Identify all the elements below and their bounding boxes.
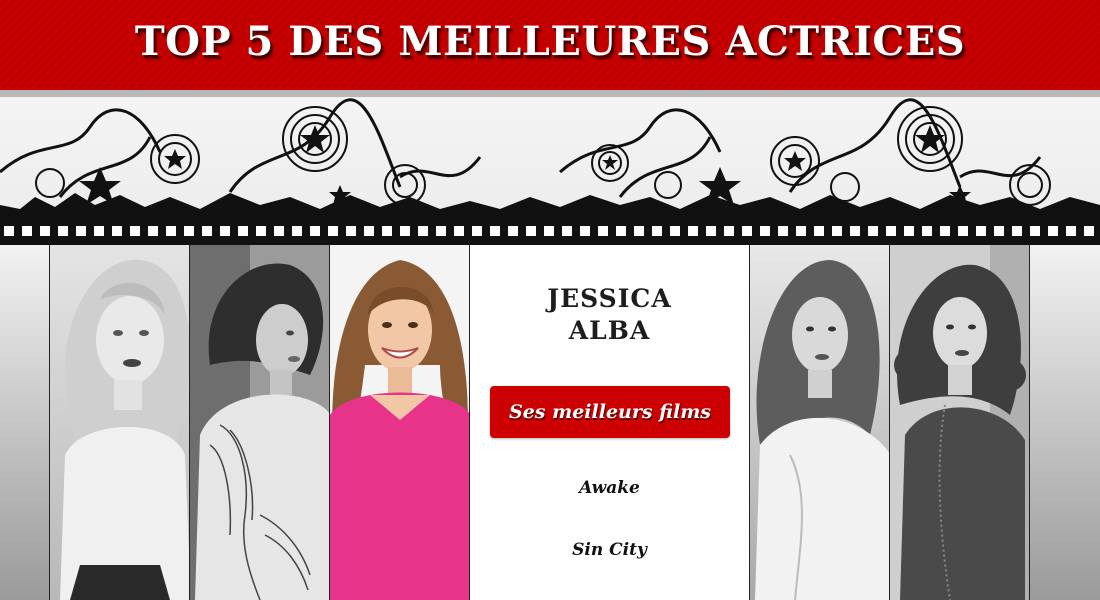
side-spacer-left bbox=[0, 245, 50, 600]
actress-last-name: ALBA bbox=[568, 316, 651, 345]
actress-card-5[interactable] bbox=[889, 245, 1030, 600]
actress-info-panel: JESSICA ALBA Ses meilleurs films Awake S… bbox=[469, 245, 750, 600]
film-strip-decoration-icon bbox=[0, 98, 1100, 245]
side-spacer-right bbox=[1029, 245, 1100, 600]
actress-card-2[interactable] bbox=[189, 245, 330, 600]
actress-first-name: JESSICA bbox=[547, 284, 672, 313]
film-item-1[interactable]: Awake bbox=[470, 478, 749, 498]
decorative-banner bbox=[0, 97, 1100, 245]
portrait-wavy-hair-woman-icon bbox=[750, 245, 889, 600]
portrait-short-hair-woman-wing-tattoo-icon bbox=[190, 245, 329, 600]
actress-name: JESSICA ALBA bbox=[470, 283, 749, 347]
film-item-2[interactable]: Sin City bbox=[470, 540, 749, 560]
actress-gallery: JESSICA ALBA Ses meilleurs films Awake S… bbox=[0, 245, 1100, 600]
actress-card-3-selected[interactable] bbox=[329, 245, 470, 600]
header-bar: TOP 5 DES MEILLEURES ACTRICES bbox=[0, 0, 1100, 90]
actress-card-4[interactable] bbox=[749, 245, 890, 600]
page-title: TOP 5 DES MEILLEURES ACTRICES bbox=[134, 18, 966, 65]
portrait-curly-hair-woman-icon bbox=[890, 245, 1029, 600]
header-divider bbox=[0, 90, 1100, 97]
best-films-button[interactable]: Ses meilleurs films bbox=[490, 386, 730, 438]
portrait-smiling-woman-pink-top-icon bbox=[330, 245, 469, 600]
portrait-blonde-woman-icon bbox=[50, 245, 189, 600]
actress-card-1[interactable] bbox=[49, 245, 190, 600]
